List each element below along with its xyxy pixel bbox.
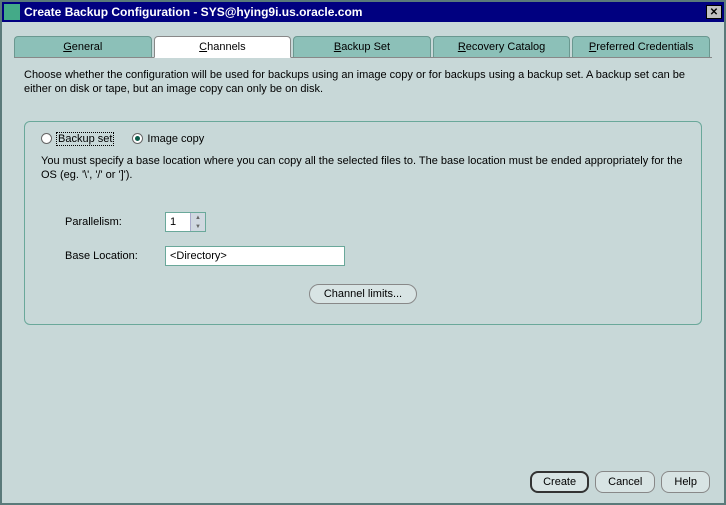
tab-label: ecovery Catalog (466, 41, 546, 53)
spinner-buttons: ▲ ▼ (190, 213, 205, 231)
tab-backup-set[interactable]: Backup Set (293, 36, 431, 58)
tab-label: eneral (72, 41, 103, 53)
radio-image-copy[interactable]: Image copy (132, 132, 204, 146)
app-icon (4, 4, 20, 20)
window-title: Create Backup Configuration - SYS@hying9… (24, 5, 706, 19)
tab-panel-channels: Choose whether the configuration will be… (14, 57, 712, 453)
parallelism-input[interactable] (166, 213, 190, 231)
radio-icon (132, 133, 143, 144)
spinner-down-icon[interactable]: ▼ (191, 222, 205, 231)
channel-limits-button[interactable]: Channel limits... (309, 284, 417, 304)
radio-icon (41, 133, 52, 144)
inner-description-text: You must specify a base location where y… (41, 154, 685, 183)
parallelism-label: Parallelism: (65, 216, 165, 228)
parallelism-row: Parallelism: ▲ ▼ (41, 212, 685, 232)
tab-label: ackup Set (341, 41, 390, 53)
base-location-row: Base Location: (41, 246, 685, 266)
tab-label: referred Credentials (596, 41, 693, 53)
tab-bar: General Channels Backup Set Recovery Cat… (14, 36, 712, 58)
tab-general[interactable]: General (14, 36, 152, 58)
dialog-window: Create Backup Configuration - SYS@hying9… (0, 0, 726, 505)
radio-label: Backup set (58, 133, 112, 145)
cancel-button[interactable]: Cancel (595, 471, 655, 493)
spinner-up-icon[interactable]: ▲ (191, 213, 205, 222)
base-location-input[interactable] (165, 246, 345, 266)
tab-channels[interactable]: Channels (154, 36, 292, 58)
radio-group: Backup set Image copy (41, 132, 685, 146)
description-text: Choose whether the configuration will be… (24, 68, 702, 97)
create-button[interactable]: Create (530, 471, 589, 493)
parallelism-stepper[interactable]: ▲ ▼ (165, 212, 206, 232)
radio-backup-set[interactable]: Backup set (41, 132, 114, 146)
tab-preferred-credentials[interactable]: Preferred Credentials (572, 36, 710, 58)
close-icon[interactable]: ✕ (706, 5, 722, 19)
base-location-label: Base Location: (65, 250, 165, 262)
tab-label: hannels (207, 41, 246, 53)
dialog-footer: Create Cancel Help (2, 461, 724, 503)
tab-recovery-catalog[interactable]: Recovery Catalog (433, 36, 571, 58)
content-area: General Channels Backup Set Recovery Cat… (2, 22, 724, 461)
options-fieldset: Backup set Image copy You must specify a… (24, 121, 702, 326)
titlebar: Create Backup Configuration - SYS@hying9… (2, 2, 724, 22)
radio-label: Image copy (147, 133, 204, 145)
help-button[interactable]: Help (661, 471, 710, 493)
channel-limits-row: Channel limits... (41, 284, 685, 304)
